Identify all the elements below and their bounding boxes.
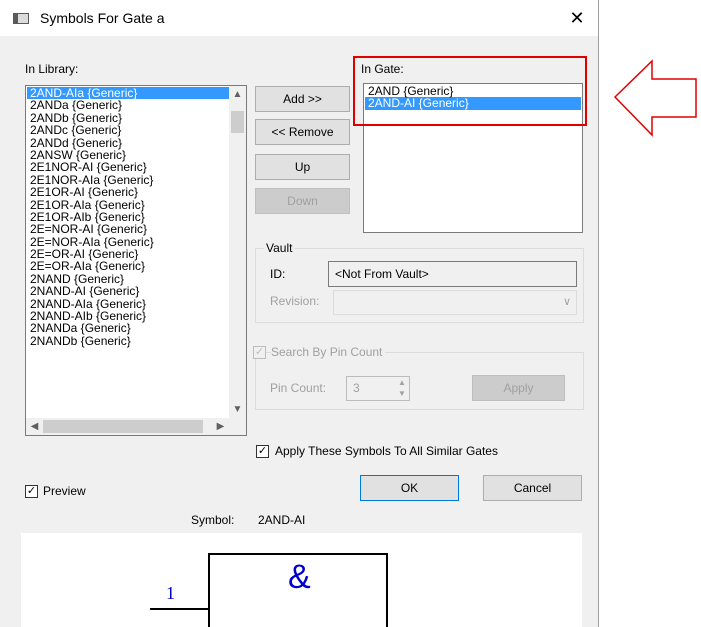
library-vertical-scrollbar[interactable]: ▲ ▼ — [229, 86, 246, 418]
window-icon — [13, 13, 29, 24]
scroll-thumb[interactable] — [231, 111, 244, 133]
remove-button[interactable]: << Remove — [255, 119, 350, 145]
library-list-item[interactable]: 2E1OR-AI {Generic} — [27, 186, 245, 199]
in-library-label: In Library: — [25, 62, 79, 76]
library-horizontal-scrollbar[interactable]: ◀ ▶ — [26, 418, 229, 435]
scroll-up-arrow-icon[interactable]: ▲ — [229, 86, 246, 103]
symbol-name: 2AND-AI — [258, 513, 306, 527]
add-button[interactable]: Add >> — [255, 86, 350, 112]
library-list-item[interactable]: 2E=OR-AIa {Generic} — [27, 260, 245, 273]
preview-label: Preview — [43, 484, 86, 498]
dialog-title: Symbols For Gate a — [40, 10, 165, 26]
apply-all-checkbox[interactable]: ✓ — [256, 445, 269, 458]
scroll-down-arrow-icon[interactable]: ▼ — [229, 401, 246, 418]
red-arrow-icon — [613, 59, 697, 137]
horizontal-scroll-thumb[interactable] — [43, 420, 203, 433]
library-list-item[interactable]: 2E1NOR-AI {Generic} — [27, 161, 245, 174]
library-items: 2AND-AIa {Generic} 2ANDa {Generic} 2ANDb {… — [27, 87, 245, 347]
scroll-right-arrow-icon[interactable]: ▶ — [212, 418, 229, 435]
preview-checkbox[interactable]: ✓ — [25, 485, 38, 498]
up-button[interactable]: Up — [255, 154, 350, 180]
in-gate-highlight-box — [353, 56, 587, 126]
vault-id-field: <Not From Vault> — [328, 261, 577, 287]
search-by-pin-count-checkbox[interactable]: ✓ — [253, 346, 266, 359]
symbol-label: Symbol: — [191, 513, 235, 527]
gate-and-symbol: & — [288, 558, 311, 596]
library-list-item[interactable]: 2NANDa {Generic} — [27, 322, 245, 335]
symbol-preview: 1 & — [21, 533, 582, 627]
cancel-button[interactable]: Cancel — [483, 475, 582, 501]
apply-button[interactable]: Apply — [472, 375, 565, 401]
down-button[interactable]: Down — [255, 188, 350, 214]
vault-label: Vault — [264, 241, 295, 255]
close-button[interactable]: ✕ — [566, 7, 588, 29]
search-by-pin-count-label: Search By Pin Count — [271, 345, 386, 359]
revision-select[interactable]: ∨ — [333, 290, 577, 315]
scrollbar-corner — [229, 418, 246, 435]
library-list-item[interactable]: 2E=NOR-AI {Generic} — [27, 223, 245, 236]
library-list-item[interactable]: 2NANDb {Generic} — [27, 334, 245, 347]
pin-count-label: Pin Count: — [270, 381, 327, 395]
apply-all-label: Apply These Symbols To All Similar Gates — [275, 444, 498, 458]
scroll-left-arrow-icon[interactable]: ◀ — [26, 418, 43, 435]
library-list-item[interactable]: 2ANDa {Generic} — [27, 99, 245, 112]
pin-number: 1 — [166, 583, 175, 603]
pin-count-spinner[interactable]: ▲ ▼ — [396, 377, 408, 399]
library-listbox[interactable]: 2AND-AIa {Generic} 2ANDa {Generic} 2ANDb {… — [25, 85, 247, 436]
chevron-down-icon: ∨ — [562, 296, 571, 308]
ok-button[interactable]: OK — [360, 475, 459, 501]
title-bar: Symbols For Gate a ✕ — [0, 0, 598, 36]
vault-id-label: ID: — [270, 267, 286, 281]
library-list-item[interactable]: 2ANDc {Generic} — [27, 124, 245, 137]
revision-label: Revision: — [270, 294, 320, 308]
gate-symbol-drawing: 1 & — [150, 553, 388, 627]
library-list-item[interactable]: 2NAND-AI {Generic} — [27, 285, 245, 298]
